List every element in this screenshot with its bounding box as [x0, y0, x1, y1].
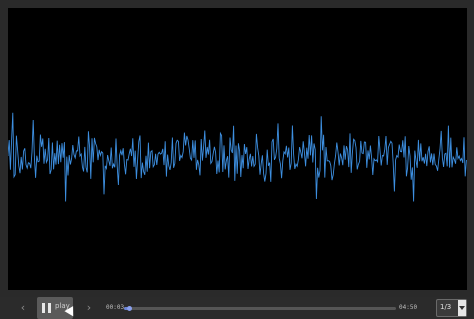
duration-time: 04:50	[399, 304, 418, 311]
page-select-value: 1/3	[440, 303, 452, 311]
elapsed-time: 00:03	[106, 304, 125, 311]
page-select[interactable]: 1/3	[436, 299, 467, 317]
seek-knob[interactable]	[126, 306, 132, 311]
audio-player: ‹ play › 00:03 04:50 1/3	[0, 0, 474, 319]
waveform-graph	[8, 112, 467, 202]
controls-bar: ‹ play › 00:03 04:50 1/3	[0, 297, 474, 319]
pause-icon	[42, 303, 52, 313]
waveform-display	[8, 8, 467, 290]
chevron-left-icon: ‹	[20, 301, 26, 314]
next-button[interactable]: ›	[80, 299, 98, 317]
chevron-down-icon	[458, 300, 466, 316]
seek-bar[interactable]	[124, 306, 396, 311]
chevron-right-icon: ›	[86, 301, 92, 314]
play-pause-button[interactable]: play	[37, 297, 78, 319]
waveform-line	[8, 112, 467, 202]
previous-button[interactable]: ‹	[14, 299, 32, 317]
